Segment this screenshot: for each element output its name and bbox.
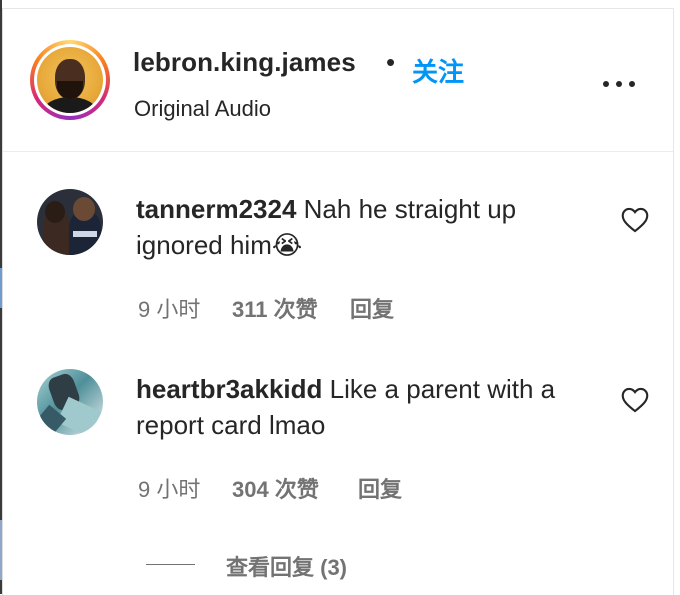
comment-time: 9 小时 bbox=[138, 477, 201, 502]
separator-dot: • bbox=[386, 47, 396, 77]
comment-likes[interactable]: 311 次赞 bbox=[232, 292, 318, 324]
heart-icon[interactable] bbox=[621, 207, 649, 233]
more-options-icon[interactable] bbox=[601, 75, 637, 95]
reply-button[interactable]: 回复 bbox=[358, 472, 402, 504]
comments-panel: lebron.king.james • 关注 Original Audio ta… bbox=[2, 8, 674, 595]
commenter-avatar[interactable] bbox=[37, 369, 103, 435]
comment-time: 9 小时 bbox=[138, 297, 201, 322]
reply-button[interactable]: 回复 bbox=[350, 292, 394, 324]
comment-text-block: tannerm2324 Nah he straight up ignored h… bbox=[136, 191, 596, 263]
commenter-avatar[interactable] bbox=[37, 189, 103, 255]
post-header: lebron.king.james • 关注 Original Audio bbox=[3, 9, 673, 152]
heart-icon[interactable] bbox=[621, 387, 649, 413]
comment-username[interactable]: tannerm2324 bbox=[136, 194, 296, 224]
comment-text-block: heartbr3akkidd Like a parent with a repo… bbox=[136, 371, 596, 443]
comment-username[interactable]: heartbr3akkidd bbox=[136, 374, 322, 404]
view-replies-label: 查看回复 (3) bbox=[226, 555, 348, 580]
avatar bbox=[37, 47, 103, 113]
replies-divider-line bbox=[146, 564, 195, 565]
follow-button[interactable]: 关注 bbox=[412, 52, 464, 89]
audio-subtitle[interactable]: Original Audio bbox=[134, 96, 271, 122]
post-username[interactable]: lebron.king.james bbox=[133, 47, 356, 78]
story-ring-avatar[interactable] bbox=[30, 40, 110, 120]
comment-likes[interactable]: 304 次赞 bbox=[232, 472, 319, 504]
